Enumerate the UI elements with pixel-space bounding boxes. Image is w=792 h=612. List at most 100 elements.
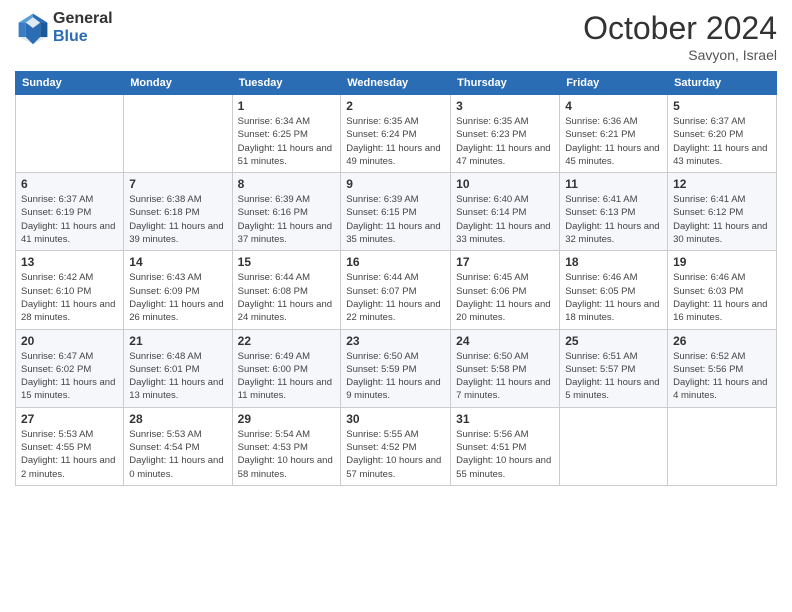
day-number: 22	[238, 334, 336, 348]
day-number: 6	[21, 177, 118, 191]
week-row-0: 1Sunrise: 6:34 AM Sunset: 6:25 PM Daylig…	[16, 95, 777, 173]
month-title: October 2024	[583, 10, 777, 47]
day-info: Sunrise: 6:42 AM Sunset: 6:10 PM Dayligh…	[21, 271, 118, 324]
day-number: 23	[346, 334, 445, 348]
day-cell: 25 Sunrise: 6:51 AM Sunset: 5:57 PM Dayli…	[560, 329, 668, 407]
day-cell: 19 Sunrise: 6:46 AM Sunset: 6:03 PM Dayli…	[668, 251, 777, 329]
header-saturday: Saturday	[668, 72, 777, 95]
day-number: 30	[346, 412, 445, 426]
day-info: Sunrise: 6:44 AM Sunset: 6:08 PM Dayligh…	[238, 271, 336, 324]
day-info: Sunrise: 6:40 AM Sunset: 6:14 PM Dayligh…	[456, 193, 554, 246]
week-row-2: 13Sunrise: 6:42 AM Sunset: 6:10 PM Dayli…	[16, 251, 777, 329]
day-cell	[560, 407, 668, 485]
day-number: 2	[346, 99, 445, 113]
logo-blue: Blue	[53, 28, 113, 46]
day-number: 17	[456, 255, 554, 269]
header-wednesday: Wednesday	[341, 72, 451, 95]
day-info: Sunrise: 6:37 AM Sunset: 6:20 PM Dayligh…	[673, 115, 771, 168]
day-number: 12	[673, 177, 771, 191]
day-number: 25	[565, 334, 662, 348]
day-info: Sunrise: 6:49 AM Sunset: 6:00 PM Dayligh…	[238, 350, 336, 403]
day-cell	[668, 407, 777, 485]
day-info: Sunrise: 5:53 AM Sunset: 4:54 PM Dayligh…	[129, 428, 226, 481]
header-monday: Monday	[124, 72, 232, 95]
day-number: 29	[238, 412, 336, 426]
day-cell: 12Sunrise: 6:41 AM Sunset: 6:12 PM Dayli…	[668, 173, 777, 251]
day-cell	[124, 95, 232, 173]
day-number: 8	[238, 177, 336, 191]
day-info: Sunrise: 6:46 AM Sunset: 6:03 PM Dayligh…	[673, 271, 771, 324]
day-info: Sunrise: 6:39 AM Sunset: 6:16 PM Dayligh…	[238, 193, 336, 246]
day-number: 5	[673, 99, 771, 113]
day-cell: 18Sunrise: 6:46 AM Sunset: 6:05 PM Dayli…	[560, 251, 668, 329]
day-info: Sunrise: 6:35 AM Sunset: 6:23 PM Dayligh…	[456, 115, 554, 168]
week-row-1: 6 Sunrise: 6:37 AM Sunset: 6:19 PM Daylig…	[16, 173, 777, 251]
header-thursday: Thursday	[451, 72, 560, 95]
calendar-table: SundayMondayTuesdayWednesdayThursdayFrid…	[15, 71, 777, 486]
day-info: Sunrise: 5:56 AM Sunset: 4:51 PM Dayligh…	[456, 428, 554, 481]
day-number: 11	[565, 177, 662, 191]
day-cell: 2 Sunrise: 6:35 AM Sunset: 6:24 PM Daylig…	[341, 95, 451, 173]
day-number: 7	[129, 177, 226, 191]
day-cell: 23 Sunrise: 6:50 AM Sunset: 5:59 PM Dayli…	[341, 329, 451, 407]
day-number: 4	[565, 99, 662, 113]
header-sunday: Sunday	[16, 72, 124, 95]
day-cell: 31Sunrise: 5:56 AM Sunset: 4:51 PM Dayli…	[451, 407, 560, 485]
day-cell: 28 Sunrise: 5:53 AM Sunset: 4:54 PM Dayli…	[124, 407, 232, 485]
day-number: 28	[129, 412, 226, 426]
day-number: 21	[129, 334, 226, 348]
day-cell: 7Sunrise: 6:38 AM Sunset: 6:18 PM Daylig…	[124, 173, 232, 251]
day-info: Sunrise: 6:51 AM Sunset: 5:57 PM Dayligh…	[565, 350, 662, 403]
day-cell: 26 Sunrise: 6:52 AM Sunset: 5:56 PM Dayli…	[668, 329, 777, 407]
day-info: Sunrise: 5:55 AM Sunset: 4:52 PM Dayligh…	[346, 428, 445, 481]
page-header: General Blue October 2024 Savyon, Israel	[15, 10, 777, 63]
day-cell: 14Sunrise: 6:43 AM Sunset: 6:09 PM Dayli…	[124, 251, 232, 329]
week-row-3: 20 Sunrise: 6:47 AM Sunset: 6:02 PM Dayli…	[16, 329, 777, 407]
day-info: Sunrise: 6:37 AM Sunset: 6:19 PM Dayligh…	[21, 193, 118, 246]
day-cell: 6 Sunrise: 6:37 AM Sunset: 6:19 PM Daylig…	[16, 173, 124, 251]
header-friday: Friday	[560, 72, 668, 95]
day-cell: 20 Sunrise: 6:47 AM Sunset: 6:02 PM Dayli…	[16, 329, 124, 407]
day-cell: 4Sunrise: 6:36 AM Sunset: 6:21 PM Daylig…	[560, 95, 668, 173]
day-cell: 27Sunrise: 5:53 AM Sunset: 4:55 PM Dayli…	[16, 407, 124, 485]
calendar-page: General Blue October 2024 Savyon, Israel…	[0, 0, 792, 612]
day-info: Sunrise: 6:44 AM Sunset: 6:07 PM Dayligh…	[346, 271, 445, 324]
day-cell: 11Sunrise: 6:41 AM Sunset: 6:13 PM Dayli…	[560, 173, 668, 251]
day-info: Sunrise: 6:50 AM Sunset: 5:59 PM Dayligh…	[346, 350, 445, 403]
day-cell: 13Sunrise: 6:42 AM Sunset: 6:10 PM Dayli…	[16, 251, 124, 329]
day-number: 16	[346, 255, 445, 269]
location: Savyon, Israel	[583, 47, 777, 63]
day-cell: 8 Sunrise: 6:39 AM Sunset: 6:16 PM Daylig…	[232, 173, 341, 251]
day-info: Sunrise: 6:45 AM Sunset: 6:06 PM Dayligh…	[456, 271, 554, 324]
day-number: 26	[673, 334, 771, 348]
day-cell: 5 Sunrise: 6:37 AM Sunset: 6:20 PM Daylig…	[668, 95, 777, 173]
logo-text: General Blue	[53, 10, 113, 45]
day-cell: 16 Sunrise: 6:44 AM Sunset: 6:07 PM Dayli…	[341, 251, 451, 329]
day-number: 18	[565, 255, 662, 269]
logo-icon	[15, 10, 51, 46]
header-row: SundayMondayTuesdayWednesdayThursdayFrid…	[16, 72, 777, 95]
day-cell: 3Sunrise: 6:35 AM Sunset: 6:23 PM Daylig…	[451, 95, 560, 173]
day-cell: 10Sunrise: 6:40 AM Sunset: 6:14 PM Dayli…	[451, 173, 560, 251]
day-info: Sunrise: 6:52 AM Sunset: 5:56 PM Dayligh…	[673, 350, 771, 403]
title-section: October 2024 Savyon, Israel	[583, 10, 777, 63]
day-cell: 17 Sunrise: 6:45 AM Sunset: 6:06 PM Dayli…	[451, 251, 560, 329]
day-cell	[16, 95, 124, 173]
day-number: 15	[238, 255, 336, 269]
day-number: 1	[238, 99, 336, 113]
day-info: Sunrise: 5:53 AM Sunset: 4:55 PM Dayligh…	[21, 428, 118, 481]
header-tuesday: Tuesday	[232, 72, 341, 95]
day-info: Sunrise: 6:47 AM Sunset: 6:02 PM Dayligh…	[21, 350, 118, 403]
day-cell: 30 Sunrise: 5:55 AM Sunset: 4:52 PM Dayli…	[341, 407, 451, 485]
day-cell: 1Sunrise: 6:34 AM Sunset: 6:25 PM Daylig…	[232, 95, 341, 173]
day-info: Sunrise: 6:35 AM Sunset: 6:24 PM Dayligh…	[346, 115, 445, 168]
day-cell: 21 Sunrise: 6:48 AM Sunset: 6:01 PM Dayli…	[124, 329, 232, 407]
day-number: 19	[673, 255, 771, 269]
day-info: Sunrise: 6:50 AM Sunset: 5:58 PM Dayligh…	[456, 350, 554, 403]
day-cell: 15 Sunrise: 6:44 AM Sunset: 6:08 PM Dayli…	[232, 251, 341, 329]
day-number: 20	[21, 334, 118, 348]
day-info: Sunrise: 6:48 AM Sunset: 6:01 PM Dayligh…	[129, 350, 226, 403]
day-cell: 9Sunrise: 6:39 AM Sunset: 6:15 PM Daylig…	[341, 173, 451, 251]
week-row-4: 27Sunrise: 5:53 AM Sunset: 4:55 PM Dayli…	[16, 407, 777, 485]
logo: General Blue	[15, 10, 113, 46]
